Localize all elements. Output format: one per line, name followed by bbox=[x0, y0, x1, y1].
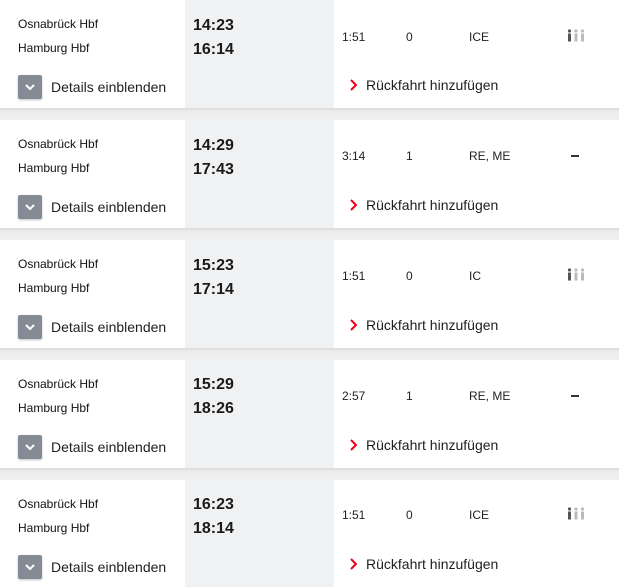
details-label: Details einblenden bbox=[51, 79, 167, 95]
times-panel: 16:23 18:14 bbox=[185, 480, 334, 587]
details-button[interactable]: Details einblenden bbox=[18, 195, 166, 219]
departure-station: Osnabrück Hbf bbox=[18, 17, 99, 31]
details-label: Details einblenden bbox=[51, 559, 167, 575]
arrival-station: Hamburg Hbf bbox=[18, 161, 90, 175]
chevron-down-icon bbox=[18, 195, 42, 219]
departure-station: Osnabrück Hbf bbox=[18, 137, 99, 151]
departure-time: 15:23 bbox=[193, 257, 234, 274]
products: ICE bbox=[469, 508, 490, 522]
stations: Osnabrück Hbf Hamburg Hbf bbox=[18, 16, 98, 64]
arrival-time: 17:14 bbox=[193, 281, 234, 298]
connection-card: Osnabrück Hbf Hamburg Hbf Details einble… bbox=[0, 120, 619, 228]
times-panel: 14:23 16:14 bbox=[185, 0, 334, 108]
arrival-time: 17:43 bbox=[193, 161, 234, 178]
add-return-trip-link[interactable]: Rückfahrt hinzufügen bbox=[349, 317, 498, 333]
products: RE, ME bbox=[469, 149, 511, 163]
departure-time: 14:23 bbox=[193, 17, 234, 34]
chevron-right-icon bbox=[350, 558, 357, 570]
products: ICE bbox=[469, 30, 490, 44]
departure-time: 14:29 bbox=[193, 137, 234, 154]
products: RE, ME bbox=[469, 389, 511, 403]
stations: Osnabrück Hbf Hamburg Hbf bbox=[18, 496, 98, 544]
stations: Osnabrück Hbf Hamburg Hbf bbox=[18, 136, 98, 184]
changes: 0 bbox=[406, 30, 413, 44]
changes: 0 bbox=[406, 269, 413, 283]
return-trip-label: Rückfahrt hinzufügen bbox=[366, 317, 499, 333]
chevron-down-icon bbox=[18, 75, 42, 99]
departure-time: 15:29 bbox=[193, 376, 234, 393]
stations: Osnabrück Hbf Hamburg Hbf bbox=[18, 256, 98, 304]
return-trip-label: Rückfahrt hinzufügen bbox=[366, 77, 499, 93]
chevron-right-icon bbox=[350, 439, 357, 451]
return-trip-label: Rückfahrt hinzufügen bbox=[366, 437, 499, 453]
connection-card: Osnabrück Hbf Hamburg Hbf Details einble… bbox=[0, 240, 619, 348]
details-button[interactable]: Details einblenden bbox=[18, 435, 166, 459]
connection-card: Osnabrück Hbf Hamburg Hbf Details einble… bbox=[0, 480, 619, 587]
card-separator bbox=[0, 228, 619, 240]
no-occupancy-dash bbox=[571, 155, 579, 157]
arrival-time: 18:26 bbox=[193, 400, 234, 417]
details-label: Details einblenden bbox=[51, 439, 167, 455]
times-panel: 15:23 17:14 bbox=[185, 240, 334, 348]
chevron-right-icon bbox=[350, 319, 357, 331]
add-return-trip-link[interactable]: Rückfahrt hinzufügen bbox=[349, 77, 498, 93]
duration: 1:51 bbox=[342, 30, 366, 44]
chevron-right-icon bbox=[350, 199, 357, 211]
duration: 2:57 bbox=[342, 389, 366, 403]
arrival-station: Hamburg Hbf bbox=[18, 41, 90, 55]
changes: 1 bbox=[406, 149, 413, 163]
products: IC bbox=[469, 269, 481, 283]
connection-card: Osnabrück Hbf Hamburg Hbf Details einble… bbox=[0, 0, 619, 108]
connection-card: Osnabrück Hbf Hamburg Hbf Details einble… bbox=[0, 360, 619, 468]
departure-time: 16:23 bbox=[193, 496, 234, 513]
add-return-trip-link[interactable]: Rückfahrt hinzufügen bbox=[349, 556, 498, 572]
departure-station: Osnabrück Hbf bbox=[18, 497, 99, 511]
departure-station: Osnabrück Hbf bbox=[18, 257, 99, 271]
arrival-station: Hamburg Hbf bbox=[18, 401, 90, 415]
chevron-down-icon bbox=[18, 315, 42, 339]
chevron-down-icon bbox=[18, 555, 42, 579]
card-separator bbox=[0, 348, 619, 360]
details-label: Details einblenden bbox=[51, 319, 167, 335]
occupancy-icon bbox=[567, 268, 585, 281]
occupancy-icon bbox=[567, 29, 585, 42]
times-panel: 15:29 18:26 bbox=[185, 360, 334, 468]
times-panel: 14:29 17:43 bbox=[185, 120, 334, 228]
details-button[interactable]: Details einblenden bbox=[18, 75, 166, 99]
stations: Osnabrück Hbf Hamburg Hbf bbox=[18, 376, 98, 424]
chevron-right-icon bbox=[350, 79, 357, 91]
return-trip-label: Rückfahrt hinzufügen bbox=[366, 556, 499, 572]
duration: 1:51 bbox=[342, 269, 366, 283]
changes: 1 bbox=[406, 389, 413, 403]
duration: 1:51 bbox=[342, 508, 366, 522]
arrival-station: Hamburg Hbf bbox=[18, 521, 90, 535]
no-occupancy-dash bbox=[571, 395, 579, 397]
occupancy-icon bbox=[567, 507, 585, 520]
return-trip-label: Rückfahrt hinzufügen bbox=[366, 197, 499, 213]
add-return-trip-link[interactable]: Rückfahrt hinzufügen bbox=[349, 197, 498, 213]
add-return-trip-link[interactable]: Rückfahrt hinzufügen bbox=[349, 437, 498, 453]
details-label: Details einblenden bbox=[51, 199, 167, 215]
card-separator bbox=[0, 108, 619, 120]
departure-station: Osnabrück Hbf bbox=[18, 377, 99, 391]
arrival-time: 16:14 bbox=[193, 41, 234, 58]
arrival-time: 18:14 bbox=[193, 520, 234, 537]
details-button[interactable]: Details einblenden bbox=[18, 315, 166, 339]
arrival-station: Hamburg Hbf bbox=[18, 281, 90, 295]
card-separator bbox=[0, 468, 619, 480]
duration: 3:14 bbox=[342, 149, 366, 163]
details-button[interactable]: Details einblenden bbox=[18, 555, 166, 579]
chevron-down-icon bbox=[18, 435, 42, 459]
changes: 0 bbox=[406, 508, 413, 522]
